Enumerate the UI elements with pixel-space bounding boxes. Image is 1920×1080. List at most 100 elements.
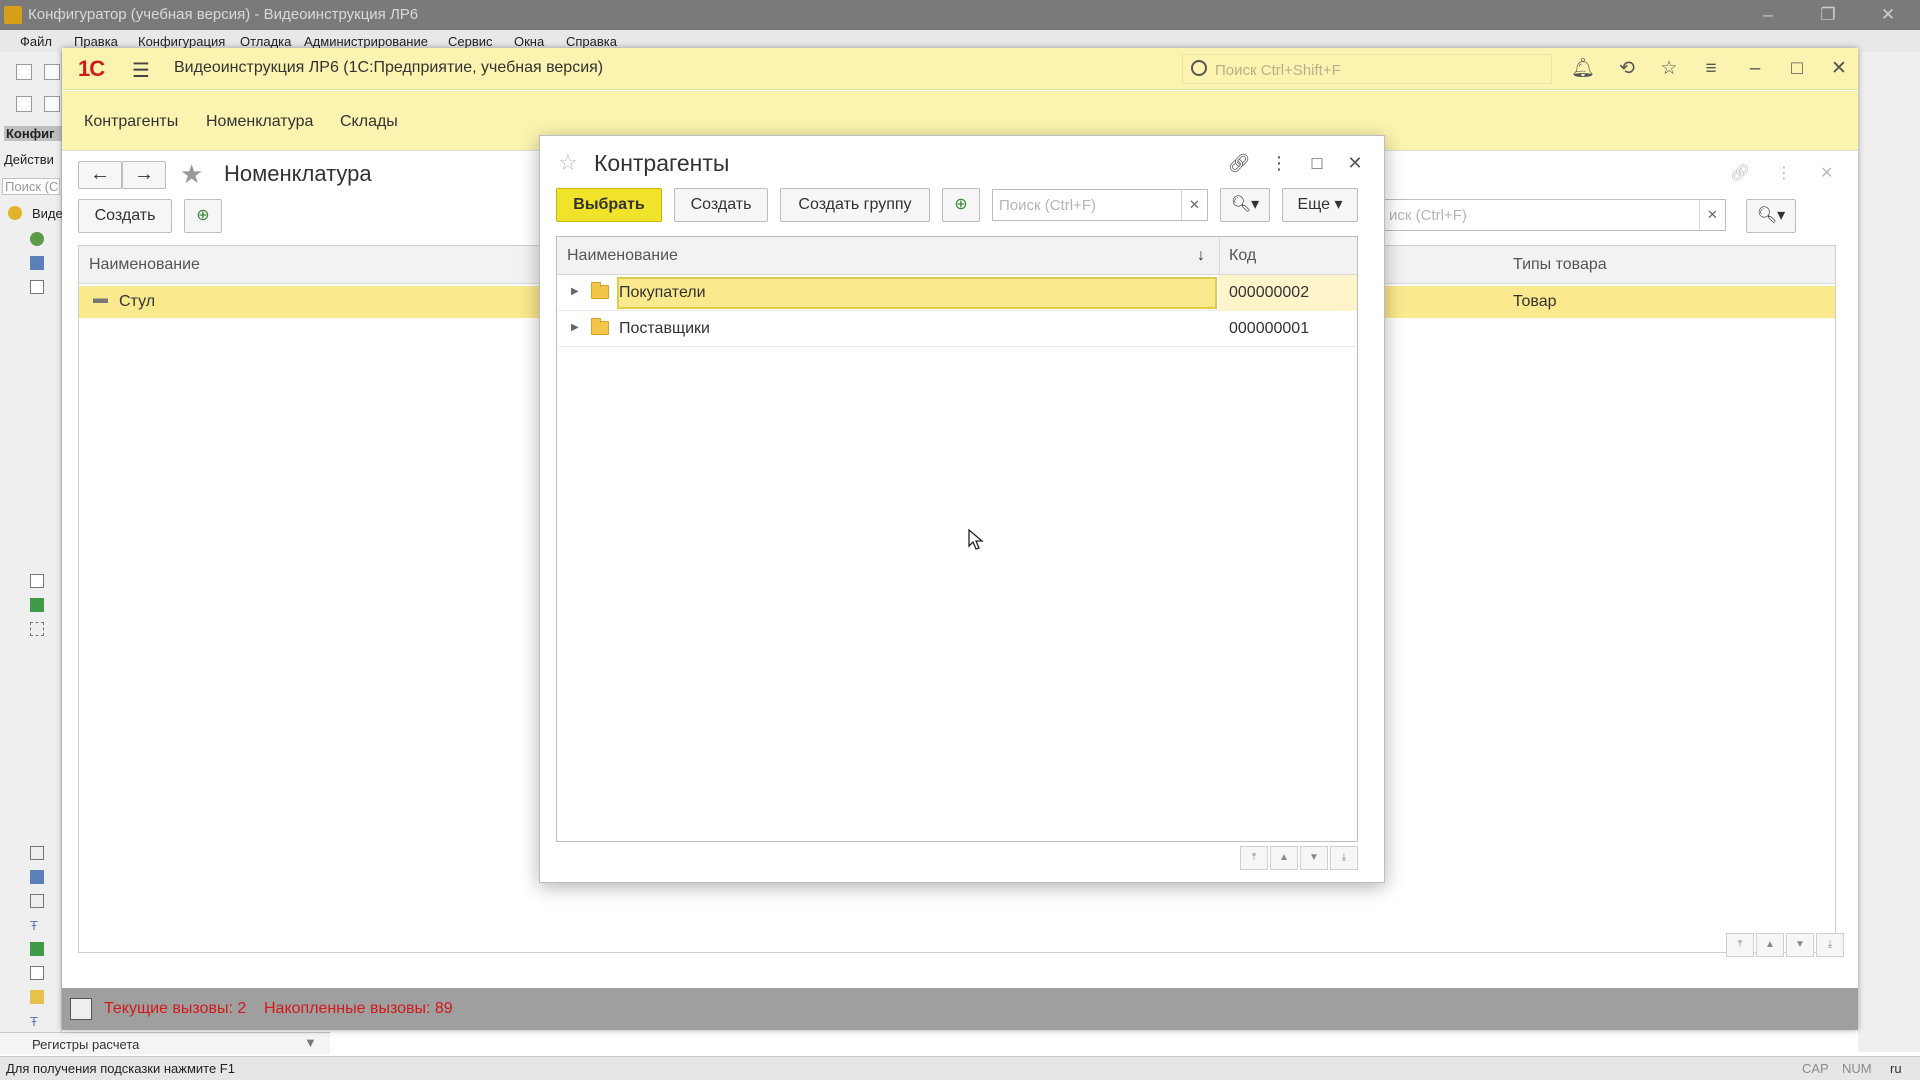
reports-icon <box>30 846 44 860</box>
row-code: 000000002 <box>1229 284 1310 301</box>
folder-icon <box>591 318 609 335</box>
section-nomenclature[interactable]: Номенклатура <box>206 113 313 131</box>
global-search-input[interactable]: Поиск Ctrl+Shift+F <box>1182 54 1552 84</box>
scroll-top-icon[interactable]: ⤒ <box>1240 846 1268 870</box>
scroll-down-icon[interactable]: ▼ <box>1786 933 1814 957</box>
table-row[interactable]: ▶ Поставщики 000000001 <box>557 311 1357 347</box>
menu-windows[interactable]: Окна <box>514 34 544 49</box>
config-root-label[interactable]: Виде <box>32 206 63 221</box>
row-type: Товар <box>1513 293 1557 310</box>
processing-icon <box>30 870 44 884</box>
search-options-button[interactable]: 🔍︎▾ <box>1220 188 1270 222</box>
actions-label[interactable]: Действи <box>4 152 54 167</box>
clear-icon[interactable]: ✕ <box>1699 200 1725 230</box>
minimize-icon[interactable]: – <box>1742 56 1768 82</box>
scroll-up-icon[interactable]: ▲ <box>1270 846 1298 870</box>
column-name[interactable]: Наименование <box>89 256 200 274</box>
new-file-icon[interactable] <box>16 64 32 80</box>
info-registers-icon <box>30 966 44 980</box>
forward-arrow-icon[interactable]: → <box>122 161 166 189</box>
global-search-placeholder: Поиск Ctrl+Shift+F <box>1215 62 1341 79</box>
scroll-bottom-icon[interactable]: ⤓ <box>1816 933 1844 957</box>
table-row[interactable]: ▶ Покупатели 000000002 <box>557 275 1357 311</box>
table-header: Наименование ↓ Код <box>557 237 1357 275</box>
monitor-icon[interactable] <box>70 998 92 1020</box>
scroll-up-icon[interactable]: ▲ <box>1756 933 1784 957</box>
more-button[interactable]: Еще ▾ <box>1282 188 1358 222</box>
section-counterparties[interactable]: Контрагенты <box>84 113 178 131</box>
history-icon[interactable]: ⟲ <box>1614 56 1640 82</box>
main-menu-icon[interactable]: ☰ <box>132 58 150 83</box>
add-from-file-icon[interactable]: ⊕ <box>184 199 222 233</box>
close-icon[interactable]: ✕ <box>1342 150 1368 176</box>
back-arrow-icon[interactable]: ← <box>78 161 122 189</box>
toolbar-icon[interactable] <box>16 96 32 112</box>
maximize-icon[interactable]: □ <box>1784 56 1810 82</box>
create-group-button[interactable]: Создать группу <box>780 188 930 222</box>
menu-debug[interactable]: Отладка <box>240 34 291 49</box>
tree-bottom-item[interactable]: Регистры расчета ▼ <box>0 1032 330 1054</box>
accumulation-icon <box>30 990 44 1004</box>
accounts-icon: Ŧ <box>30 918 38 933</box>
minimize-icon[interactable]: – <box>1756 3 1780 27</box>
menu-edit[interactable]: Правка <box>74 34 118 49</box>
open-file-icon[interactable] <box>44 64 60 80</box>
menu-file[interactable]: Файл <box>20 34 52 49</box>
section-warehouses[interactable]: Склады <box>340 113 398 131</box>
folder-icon <box>591 282 609 299</box>
toolbar-icon[interactable] <box>44 96 60 112</box>
create-button[interactable]: Создать <box>78 199 172 233</box>
favorites-star-icon[interactable]: ☆ <box>558 150 578 176</box>
menu-config[interactable]: Конфигурация <box>138 34 225 49</box>
maximize-icon[interactable]: □ <box>1304 150 1330 176</box>
registers-icon <box>30 942 44 956</box>
chevron-down-icon[interactable]: ▼ <box>304 1035 317 1050</box>
expand-icon[interactable]: ▶ <box>571 322 579 333</box>
lang-indicator[interactable]: ru <box>1890 1061 1902 1076</box>
favorites-star-icon[interactable]: ★ <box>180 159 203 190</box>
column-name[interactable]: Наименование <box>567 247 678 265</box>
link-icon[interactable]: 🔗︎ <box>1226 150 1252 176</box>
journals-icon <box>30 598 44 612</box>
close-icon[interactable]: ✕ <box>1876 3 1900 27</box>
menu-help[interactable]: Справка <box>566 34 617 49</box>
restore-icon[interactable]: ❐ <box>1816 3 1840 27</box>
column-code[interactable]: Код <box>1229 247 1256 265</box>
sort-arrow-icon[interactable]: ↓ <box>1197 247 1205 265</box>
status-hint: Для получения подсказки нажмите F1 <box>6 1061 235 1076</box>
favorites-star-icon[interactable]: ☆ <box>1656 56 1682 82</box>
create-button[interactable]: Создать <box>674 188 768 222</box>
item-icon: ▬ <box>93 290 108 307</box>
column-goods-type[interactable]: Типы товара <box>1513 256 1607 274</box>
nomenclature-search-input[interactable]: иск (Ctrl+F) ✕ <box>1382 199 1726 231</box>
configurator-right-area <box>1858 52 1920 1052</box>
scroll-top-icon[interactable]: ⤒ <box>1726 933 1754 957</box>
catalogs-icon <box>30 280 44 294</box>
scroll-down-icon[interactable]: ▼ <box>1300 846 1328 870</box>
client-title: Видеоинструкция ЛР6 (1С:Предприятие, уче… <box>174 59 604 76</box>
configurator-tree-panel: Конфиг Действи Поиск (С Виде Ŧ Ŧ <box>0 52 63 1054</box>
settings-menu-icon[interactable]: ≡ <box>1698 56 1724 82</box>
row-name: Стул <box>119 293 156 310</box>
search-options-button[interactable]: 🔍︎▾ <box>1746 199 1796 233</box>
calls-panel: Текущие вызовы: 2 Накопленные вызовы: 89 <box>62 988 1858 1030</box>
clear-icon[interactable]: ✕ <box>1181 190 1207 220</box>
more-vertical-icon[interactable]: ⋮ <box>1776 163 1792 183</box>
row-name: Покупатели <box>619 284 706 301</box>
scroll-bottom-icon[interactable]: ⤓ <box>1330 846 1358 870</box>
charts-icon <box>30 894 44 908</box>
1c-logo: 1С <box>78 56 105 81</box>
expand-icon[interactable]: ▶ <box>571 286 579 297</box>
counterparties-search-input[interactable]: Поиск (Ctrl+F) ✕ <box>992 189 1208 221</box>
close-icon[interactable]: ✕ <box>1820 163 1833 183</box>
tree-search-input[interactable]: Поиск (С <box>2 178 60 195</box>
menu-service[interactable]: Сервис <box>448 34 493 49</box>
more-label: Еще <box>1297 196 1331 213</box>
close-icon[interactable]: ✕ <box>1826 56 1852 82</box>
bell-icon[interactable]: 🔔︎ <box>1570 56 1596 82</box>
more-vertical-icon[interactable]: ⋮ <box>1266 150 1292 176</box>
add-from-file-icon[interactable]: ⊕ <box>942 188 980 222</box>
link-icon[interactable]: 🔗︎ <box>1730 163 1750 183</box>
menu-admin[interactable]: Администрирование <box>304 34 428 49</box>
select-button[interactable]: Выбрать <box>556 188 662 222</box>
